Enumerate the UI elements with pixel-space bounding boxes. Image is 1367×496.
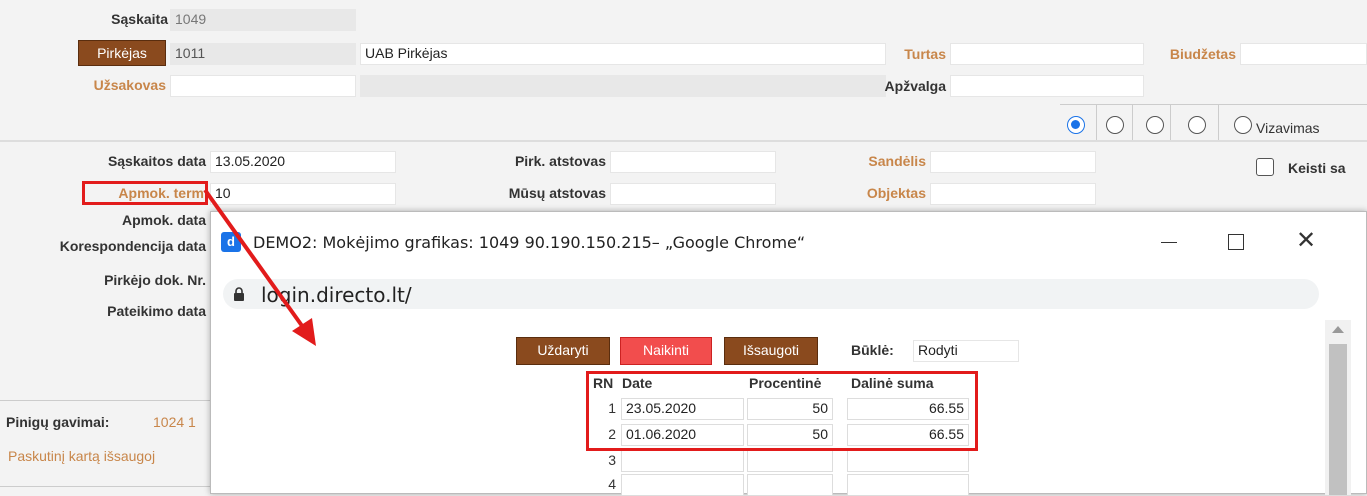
annotation-arrow <box>203 188 316 346</box>
